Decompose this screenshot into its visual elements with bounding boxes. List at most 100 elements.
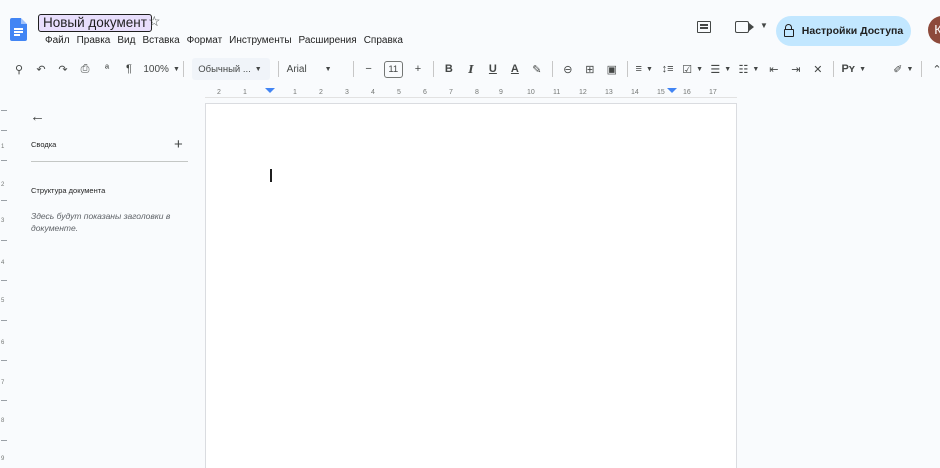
horizontal-ruler[interactable]: 2 1 1 2 3 4 5 6 7 8 9 10 11 12 13 14 15 … (205, 85, 737, 100)
ruler-tick (1, 440, 7, 441)
chevron-down-icon: ▼ (724, 65, 732, 73)
ruler-label: 12 (579, 89, 587, 96)
ruler-label: 9 (1, 456, 5, 462)
insert-image-icon[interactable]: ▣ (605, 58, 619, 80)
zoom-select[interactable]: 100% ▼ (143, 58, 180, 80)
numbered-list-icon[interactable]: ☷ ▼ (738, 58, 759, 80)
align-icon[interactable]: ≡ ▼ (636, 58, 653, 80)
menu-format[interactable]: Формат (187, 33, 223, 49)
bold-button[interactable]: B (442, 58, 456, 80)
menu-file[interactable]: Файл (45, 33, 70, 49)
search-menus-icon[interactable]: ⚲ (12, 58, 26, 80)
ruler-tick (1, 400, 7, 401)
panel-divider (31, 161, 188, 162)
paragraph-style-value: Обычный ... (198, 63, 251, 75)
highlight-icon[interactable]: ✎ (530, 58, 544, 80)
ruler-label: 2 (319, 89, 323, 96)
italic-button[interactable]: I (464, 58, 478, 80)
menu-view[interactable]: Вид (117, 33, 135, 49)
checklist-icon[interactable]: ☑ ▼ (682, 58, 704, 80)
paint-format-icon[interactable]: ¶ (122, 58, 136, 80)
docs-logo-icon[interactable] (10, 18, 27, 41)
underline-button[interactable]: U (486, 58, 500, 80)
line-spacing-icon[interactable]: ↕≡ (661, 58, 675, 80)
ruler-label: 7 (1, 380, 5, 386)
ruler-baseline (205, 97, 737, 98)
redo-icon[interactable]: ↷ (56, 58, 70, 80)
toolbar-divider (277, 61, 279, 77)
ruler-tick (1, 130, 7, 131)
ruler-label: 6 (423, 89, 427, 96)
hide-menus-icon[interactable]: ⌃ (930, 58, 940, 80)
menu-insert[interactable]: Вставка (142, 33, 179, 49)
chevron-down-icon: ▼ (254, 65, 262, 73)
outline-hint: Здесь будут показаны заголовки в докумен… (31, 211, 171, 233)
toolbar-divider (183, 61, 185, 77)
increase-indent-icon[interactable]: ⇥ (789, 58, 803, 80)
ruler-label: 4 (371, 89, 375, 96)
lock-icon (783, 24, 794, 37)
share-button[interactable]: Настройки Доступа (776, 16, 911, 46)
toolbar: ⚲ ↶ ↷ ⎙ ª ¶ 100% ▼ Обычный ... ▼ Arial ▼ − … (12, 56, 940, 82)
menu-tools[interactable]: Инструменты (229, 33, 291, 49)
decrease-indent-icon[interactable]: ⇤ (767, 58, 781, 80)
bulleted-list-icon[interactable]: ☰ ▼ (710, 58, 732, 80)
ruler-label: 10 (527, 89, 535, 96)
print-icon[interactable]: ⎙ (78, 58, 92, 80)
close-outline-arrow-icon[interactable]: ← (30, 108, 45, 125)
link-icon[interactable]: ⊖ (561, 58, 575, 80)
chevron-down-icon[interactable]: ▼ (760, 21, 768, 30)
ruler-tick (1, 160, 7, 161)
chevron-down-icon: ▼ (172, 65, 180, 73)
font-size-input[interactable]: 11 (383, 60, 403, 78)
menu-extensions[interactable]: Расширения (299, 33, 357, 49)
text-color-button[interactable]: A (508, 58, 522, 80)
ruler-label: 17 (709, 89, 717, 96)
ruler-tick (1, 240, 7, 241)
ruler-label: 1 (293, 89, 297, 96)
editing-mode-icon[interactable]: ✐ ▼ (893, 58, 913, 80)
font-family-select[interactable]: Arial ▼ (287, 58, 345, 80)
star-icon[interactable]: ☆ (148, 13, 161, 30)
menu-edit[interactable]: Правка (77, 33, 111, 49)
input-tools-icon[interactable]: Pʏ ▼ (841, 58, 866, 80)
avatar[interactable]: К (928, 16, 940, 44)
ruler-label: 1 (243, 89, 247, 96)
font-family-value: Arial (286, 63, 307, 75)
ruler-label: 2 (217, 89, 221, 96)
indent-marker-icon[interactable] (265, 88, 275, 93)
meet-icon[interactable] (735, 21, 754, 33)
toolbar-divider (832, 61, 834, 77)
ruler-label: 11 (553, 89, 561, 96)
document-page[interactable] (205, 103, 737, 468)
document-title-input[interactable]: Новый документ (38, 14, 152, 32)
increase-font-size-icon[interactable]: + (411, 58, 425, 80)
ruler-label: 8 (1, 418, 5, 424)
chevron-down-icon: ▼ (696, 65, 704, 73)
menu-bar: Файл Правка Вид Вставка Формат Инструмен… (45, 33, 410, 49)
spellcheck-icon[interactable]: ª (100, 58, 114, 80)
add-comment-icon[interactable]: ⊞ (583, 58, 597, 80)
vertical-ruler[interactable]: 1 2 3 4 5 6 7 8 9 (0, 100, 10, 468)
docs-app: Новый документ ☆ Файл Правка Вид Вставка… (0, 0, 940, 468)
ruler-label: 1 (1, 144, 5, 150)
ruler-label: 8 (475, 89, 479, 96)
menu-help[interactable]: Справка (364, 33, 403, 49)
ruler-tick (1, 320, 7, 321)
toolbar-divider (352, 61, 354, 77)
ruler-label: 7 (449, 89, 453, 96)
ruler-label: 3 (345, 89, 349, 96)
chevron-down-icon: ▼ (324, 65, 332, 73)
toolbar-divider (551, 61, 553, 77)
comment-history-icon[interactable] (697, 21, 711, 33)
right-indent-marker-icon[interactable] (667, 88, 677, 93)
ruler-label: 4 (1, 260, 5, 266)
undo-icon[interactable]: ↶ (34, 58, 48, 80)
paragraph-style-select[interactable]: Обычный ... ▼ (192, 58, 270, 80)
header: Новый документ ☆ Файл Правка Вид Вставка… (0, 0, 940, 52)
decrease-font-size-icon[interactable]: − (362, 58, 376, 80)
add-summary-icon[interactable]: + (174, 136, 183, 153)
chevron-down-icon: ▼ (645, 65, 653, 73)
clear-formatting-icon[interactable]: ✕ (811, 58, 825, 80)
ruler-label: 16 (683, 89, 691, 96)
